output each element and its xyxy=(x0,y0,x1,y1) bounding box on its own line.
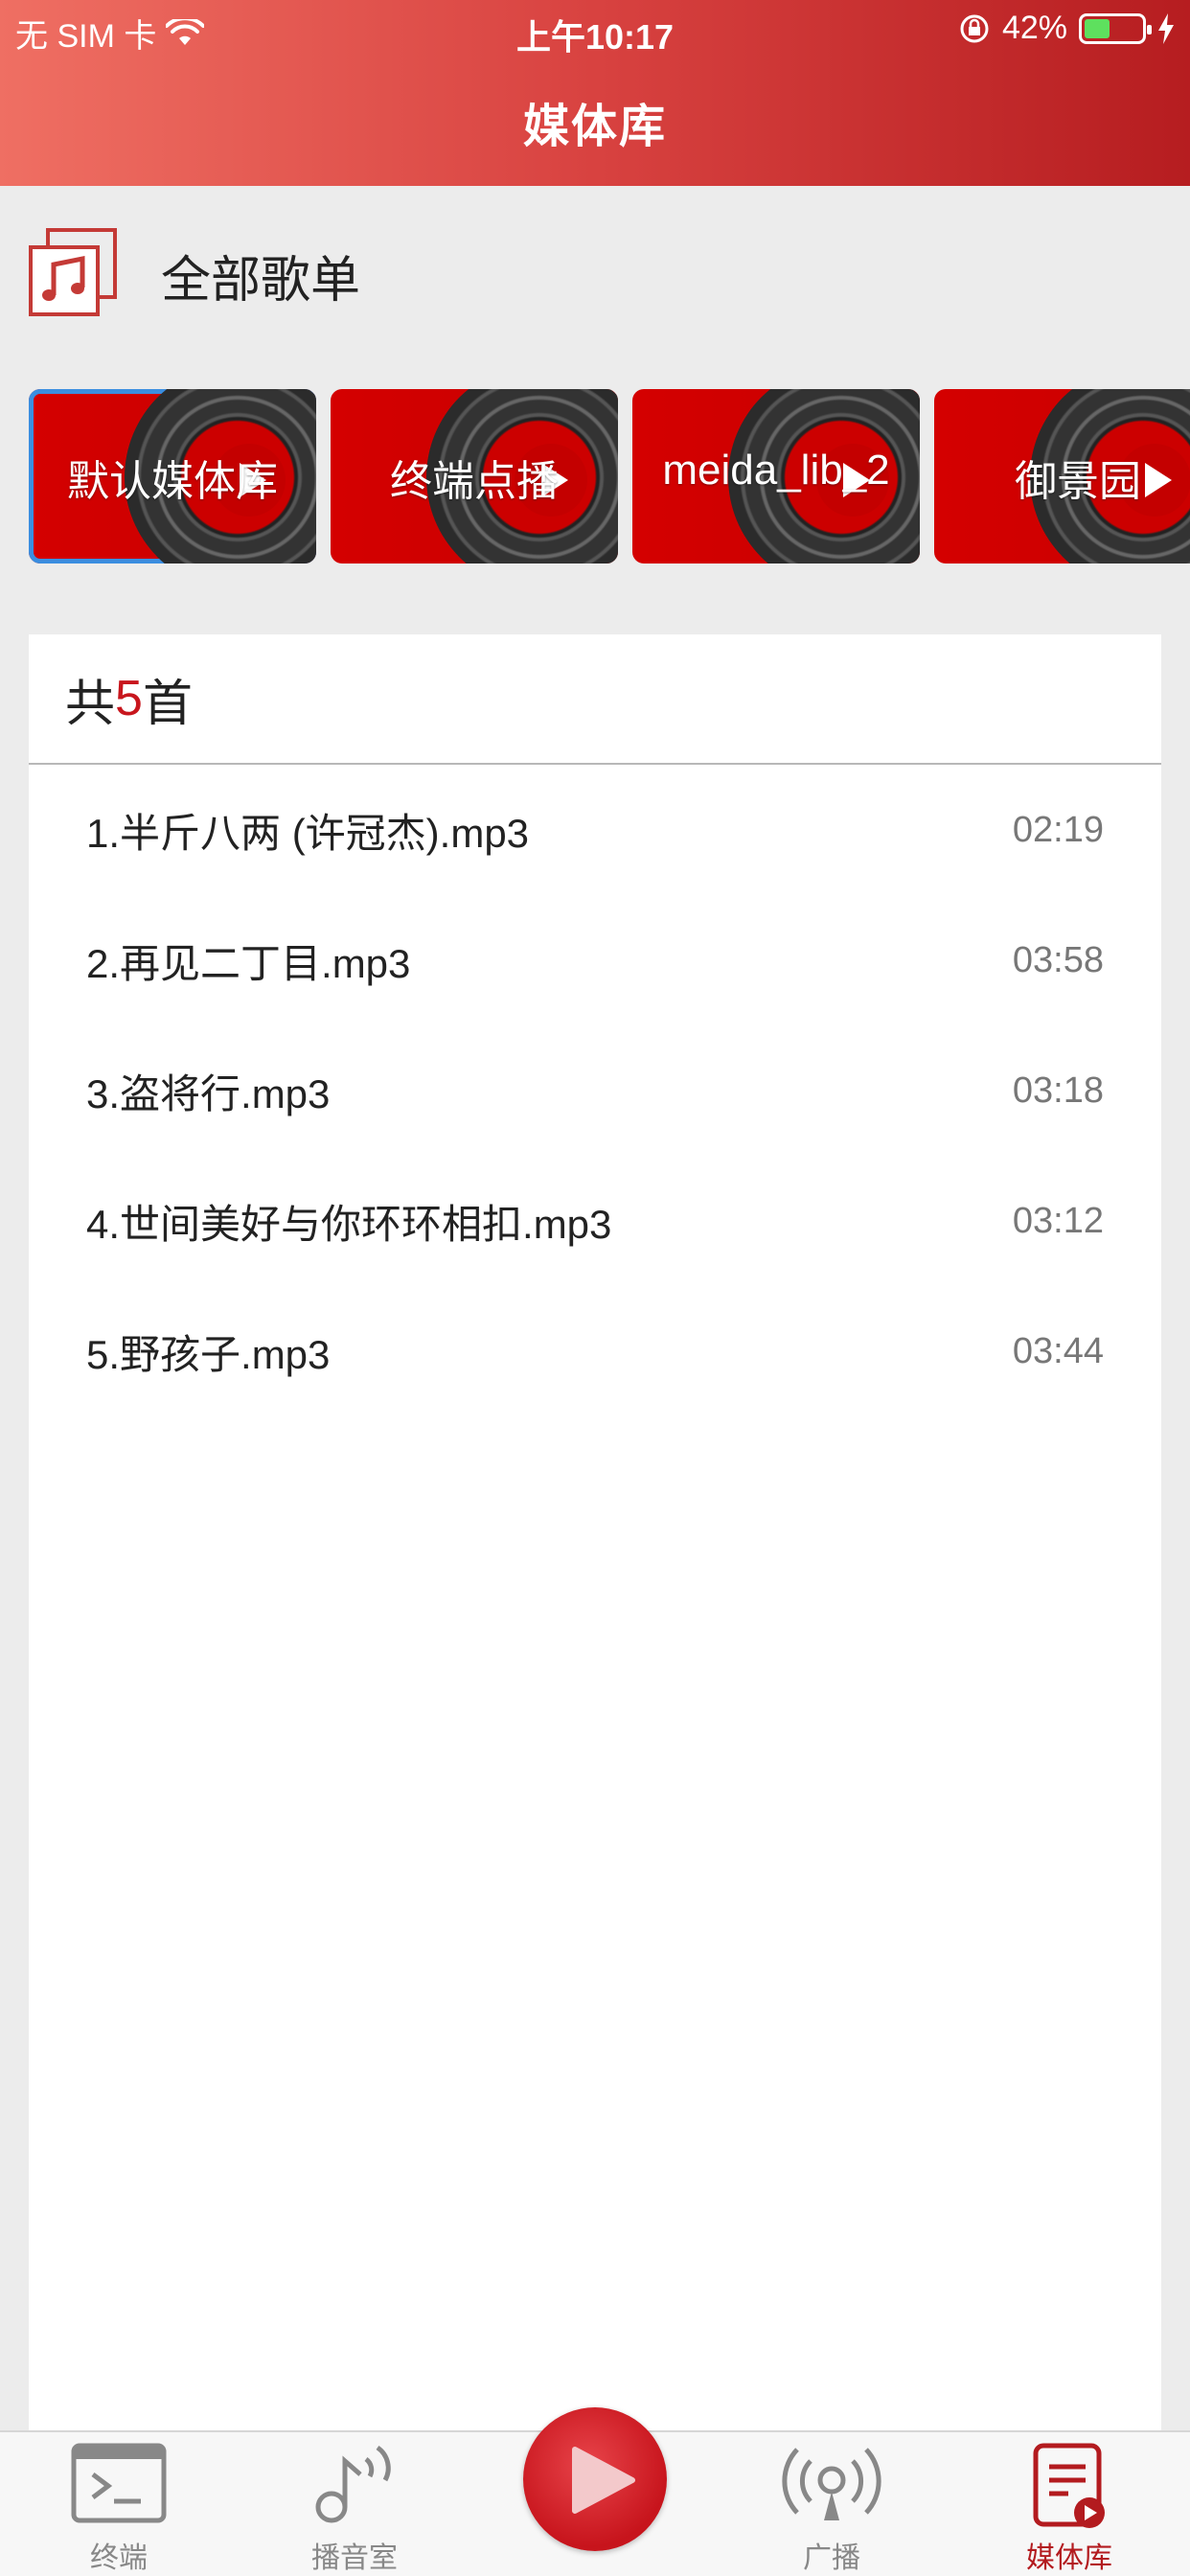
library-label: 御景园 xyxy=(1015,458,1141,505)
song-duration: 03:44 xyxy=(1012,1330,1104,1371)
music-broadcast-icon xyxy=(315,2445,391,2523)
song-row[interactable]: 3.盗将行.mp3 03:18 xyxy=(29,1025,1161,1156)
song-duration: 03:18 xyxy=(1012,1070,1104,1111)
song-row[interactable]: 5.野孩子.mp3 03:44 xyxy=(29,1286,1161,1416)
song-row[interactable]: 2.再见二丁目.mp3 03:58 xyxy=(29,895,1161,1025)
song-count: 共5首 xyxy=(29,634,1161,765)
song-title: 3.盗将行.mp3 xyxy=(86,1070,331,1116)
song-duration: 03:12 xyxy=(1012,1200,1104,1241)
library-card[interactable]: 终端点播 xyxy=(331,389,618,564)
header-bar: 无 SIM 卡 上午10:17 42% 媒体库 xyxy=(0,0,1190,186)
library-label: 默认媒体库 xyxy=(67,458,278,505)
song-row[interactable]: 1.半斤八两 (许冠杰).mp3 02:19 xyxy=(29,765,1161,895)
count-suffix: 首 xyxy=(142,676,193,732)
broadcast-icon xyxy=(782,2448,881,2520)
tab-studio[interactable]: 播音室 xyxy=(259,2432,450,2576)
song-title: 1.半斤八两 (许冠杰).mp3 xyxy=(86,810,530,856)
library-card[interactable]: 默认媒体库 xyxy=(29,389,316,564)
song-title: 2.再见二丁目.mp3 xyxy=(86,940,411,986)
rotation-lock-icon xyxy=(960,14,989,42)
battery-percent: 42% xyxy=(1001,10,1067,46)
status-right: 42% xyxy=(958,10,1175,47)
library-label: 终端点播 xyxy=(390,458,559,505)
song-panel: 共5首 1.半斤八两 (许冠杰).mp3 02:19 2.再见二丁目.mp3 0… xyxy=(29,634,1161,2432)
library-label: meida_lib_2 xyxy=(662,447,890,494)
tab-label: 终端 xyxy=(90,2542,148,2574)
status-bar: 无 SIM 卡 上午10:17 42% xyxy=(0,0,1190,61)
tab-label: 媒体库 xyxy=(1026,2542,1112,2574)
page-title: 媒体库 xyxy=(522,102,667,152)
charging-icon xyxy=(1158,12,1174,44)
tab-terminal[interactable]: 终端 xyxy=(23,2432,215,2576)
count-number: 5 xyxy=(115,671,143,726)
song-row[interactable]: 4.世间美好与你环环相扣.mp3 03:12 xyxy=(29,1156,1161,1286)
count-prefix: 共 xyxy=(65,676,116,732)
library-carousel[interactable]: 默认媒体库 终端点播 meida_lib_2 御景园 xyxy=(0,389,1190,565)
center-play-button[interactable] xyxy=(523,2407,667,2551)
tab-broadcast[interactable]: 广播 xyxy=(736,2432,927,2576)
song-list: 1.半斤八两 (许冠杰).mp3 02:19 2.再见二丁目.mp3 03:58… xyxy=(29,765,1161,1416)
battery-icon xyxy=(1079,12,1152,44)
all-playlists-label: 全部歌单 xyxy=(161,253,361,309)
tab-media-library[interactable]: 媒体库 xyxy=(973,2432,1165,2576)
song-title: 4.世间美好与你环环相扣.mp3 xyxy=(86,1201,612,1247)
song-duration: 02:19 xyxy=(1012,809,1104,850)
music-note-icon xyxy=(29,228,117,316)
song-title: 5.野孩子.mp3 xyxy=(86,1331,331,1377)
terminal-icon xyxy=(71,2443,167,2523)
library-card[interactable]: meida_lib_2 xyxy=(632,389,920,564)
tab-label: 播音室 xyxy=(311,2542,398,2574)
song-duration: 03:58 xyxy=(1012,939,1104,980)
tab-label: 广播 xyxy=(803,2542,860,2574)
library-card[interactable]: 御景园 xyxy=(934,389,1190,564)
play-icon xyxy=(572,2447,635,2514)
media-library-icon xyxy=(1033,2443,1105,2528)
